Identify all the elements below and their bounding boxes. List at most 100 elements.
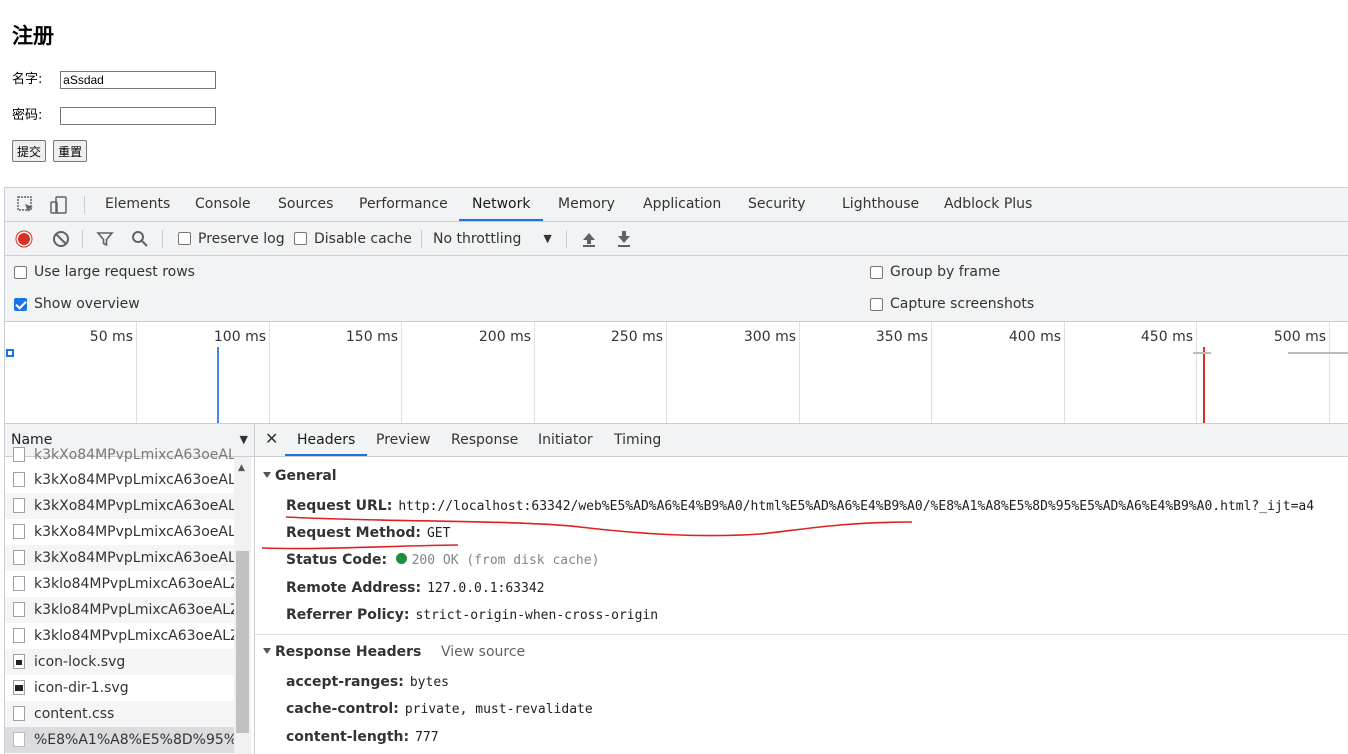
request-url-value: http://localhost:63342/web%E5%AD%A6%E4%B… <box>398 499 1315 514</box>
scroll-up-arrow-icon[interactable]: ▲ <box>238 463 245 473</box>
large-rows-toggle[interactable]: Use large request rows <box>14 256 195 288</box>
tab-memory[interactable]: Memory <box>545 188 628 221</box>
request-row[interactable]: k3kXo84MPvpLmixcA63oeAL <box>5 447 235 463</box>
overview-gridline <box>401 322 402 423</box>
tab-adblock-plus[interactable]: Adblock Plus <box>931 188 1045 221</box>
toolbar-separator <box>421 230 422 248</box>
tab-timing[interactable]: Timing <box>602 424 673 456</box>
overview-gridline <box>799 322 800 423</box>
request-name: k3kXo84MPvpLmixcA63oeALh <box>34 498 235 514</box>
document-icon <box>13 524 25 539</box>
disable-cache-checkbox[interactable] <box>294 232 307 245</box>
record-icon[interactable] <box>15 230 33 248</box>
search-icon[interactable] <box>131 230 149 248</box>
request-name: k3kXo84MPvpLmixcA63oeALh <box>34 524 235 540</box>
export-har-icon[interactable] <box>616 230 632 248</box>
preserve-log-checkbox[interactable] <box>178 232 191 245</box>
tab-console[interactable]: Console <box>182 188 264 221</box>
throttling-select[interactable]: No throttling ▼ <box>433 222 552 255</box>
group-by-frame-toggle[interactable]: Group by frame <box>870 256 1000 288</box>
network-overview[interactable]: 50 ms 100 ms 150 ms 200 ms 250 ms 300 ms… <box>5 322 1348 424</box>
tab-initiator[interactable]: Initiator <box>526 424 605 456</box>
import-har-icon[interactable] <box>581 230 597 248</box>
overview-gridline <box>136 322 137 423</box>
tab-elements[interactable]: Elements <box>92 188 183 221</box>
request-row-selected[interactable]: %E8%A1%A8%E5%8D%95%E5% <box>5 727 235 753</box>
tab-headers[interactable]: Headers <box>285 424 368 456</box>
capture-screenshots-checkbox[interactable] <box>870 297 883 311</box>
request-name: %E8%A1%A8%E5%8D%95%E5% <box>34 732 235 748</box>
tabbar-separator <box>84 196 85 214</box>
timeline-label: 350 ms <box>875 329 928 345</box>
show-overview-toggle[interactable]: Show overview <box>14 288 140 320</box>
document-icon <box>13 628 25 643</box>
filter-icon[interactable] <box>96 230 114 248</box>
request-row[interactable]: k3klo84MPvpLmixcA63oeALZ <box>5 623 235 649</box>
request-row[interactable]: k3kXo84MPvpLmixcA63oeALh <box>5 467 235 493</box>
name-row: 名字: <box>12 68 217 89</box>
request-row[interactable]: k3klo84MPvpLmixcA63oeALZ <box>5 597 235 623</box>
request-name: icon-lock.svg <box>34 654 126 670</box>
document-icon <box>13 498 25 513</box>
status-dot-icon <box>395 553 407 564</box>
overview-gridline <box>1064 322 1065 423</box>
detail-tabbar: ✕ Headers Preview Response Initiator Tim… <box>255 424 1348 457</box>
content-length-label: content-length: <box>286 729 410 745</box>
tab-preview[interactable]: Preview <box>364 424 443 456</box>
request-row[interactable]: content.css <box>5 701 235 727</box>
clear-icon[interactable] <box>52 230 70 248</box>
referrer-policy-label: Referrer Policy: <box>286 607 410 623</box>
page-title: 注册 <box>12 24 54 48</box>
tab-sources[interactable]: Sources <box>265 188 346 221</box>
reset-button[interactable]: 重置 <box>53 140 88 162</box>
cache-control-row: cache-control: private, must-revalidate <box>286 701 593 717</box>
general-section-header[interactable]: General <box>263 468 337 484</box>
rendered-page: 注册 名字: 密码: 提交 重置 <box>0 0 1348 187</box>
request-name: k3klo84MPvpLmixcA63oeALZ <box>34 602 235 618</box>
overview-gridline <box>1329 322 1330 423</box>
tab-network[interactable]: Network <box>459 188 544 221</box>
submit-button[interactable]: 提交 <box>12 140 47 162</box>
tab-performance[interactable]: Performance <box>346 188 461 221</box>
tab-response[interactable]: Response <box>439 424 530 456</box>
document-icon <box>13 576 25 591</box>
tab-security[interactable]: Security <box>735 188 819 221</box>
view-source-link[interactable]: View source <box>441 644 525 660</box>
load-event-marker <box>1203 347 1205 423</box>
request-method-row: Request Method: GET <box>286 525 450 541</box>
request-row[interactable]: k3klo84MPvpLmixcA63oeALZ <box>5 571 235 597</box>
timeline-label: 500 ms <box>1273 329 1326 345</box>
device-toolbar-icon[interactable] <box>49 195 69 215</box>
group-by-frame-checkbox[interactable] <box>870 265 883 279</box>
cache-control-value: private, must-revalidate <box>404 702 593 717</box>
name-input[interactable] <box>60 70 217 89</box>
request-row[interactable]: k3kXo84MPvpLmixcA63oeALh <box>5 493 235 519</box>
password-input[interactable] <box>60 106 217 125</box>
inspect-element-icon[interactable] <box>16 195 36 215</box>
disable-cache-toggle[interactable]: Disable cache <box>294 222 412 255</box>
throttling-value: No throttling <box>433 230 522 247</box>
response-headers-section-header[interactable]: Response Headers <box>263 644 421 660</box>
request-row[interactable]: k3kXo84MPvpLmixcA63oeALh <box>5 519 235 545</box>
tab-lighthouse[interactable]: Lighthouse <box>829 188 932 221</box>
sort-arrow-icon: ▼ <box>239 433 248 446</box>
lock-icon <box>13 654 25 669</box>
toolbar-separator <box>566 230 567 248</box>
scrollbar-thumb[interactable] <box>236 551 249 733</box>
preserve-log-label: Preserve log <box>198 230 285 247</box>
show-overview-checkbox[interactable] <box>14 297 27 311</box>
close-icon[interactable]: ✕ <box>265 424 278 454</box>
capture-screenshots-toggle[interactable]: Capture screenshots <box>870 288 1034 320</box>
overview-gridline <box>1196 322 1197 423</box>
request-row[interactable]: icon-lock.svg <box>5 649 235 675</box>
request-row[interactable]: k3kXo84MPvpLmixcA63oeALh <box>5 545 235 571</box>
large-rows-checkbox[interactable] <box>14 265 27 279</box>
timeline-label: 450 ms <box>1140 329 1193 345</box>
collapse-triangle-icon <box>263 472 271 478</box>
request-name: k3klo84MPvpLmixcA63oeALZ <box>34 576 235 592</box>
request-list-scrollbar[interactable]: ▲ <box>234 457 251 754</box>
request-row[interactable]: icon-dir-1.svg <box>5 675 235 701</box>
show-overview-label: Show overview <box>34 296 140 312</box>
preserve-log-toggle[interactable]: Preserve log <box>178 222 285 255</box>
tab-application[interactable]: Application <box>630 188 734 221</box>
